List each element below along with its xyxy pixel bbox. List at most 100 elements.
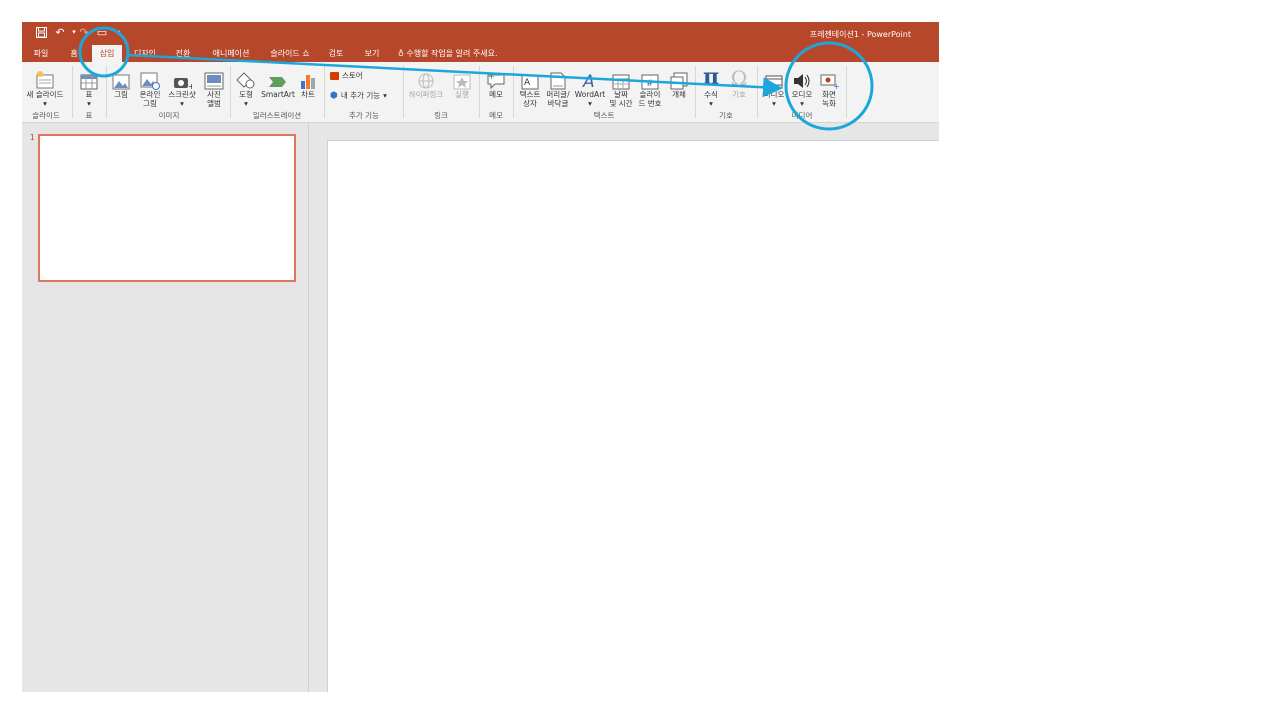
screen-recording-icon: + (820, 74, 839, 90)
group-separator (846, 66, 847, 118)
symbol-button: Ω 기호 (726, 64, 752, 99)
group-label-text: 텍스트 (593, 111, 615, 120)
online-picture-button[interactable]: 온라인 그림 (136, 64, 164, 108)
tab-home[interactable]: 홈 (66, 45, 82, 62)
tell-me-box[interactable]: ♁ 수행할 작업을 알려 주세요. (398, 45, 498, 62)
shapes-button[interactable]: 도형 ▾ (232, 64, 260, 108)
new-slide-icon (36, 71, 54, 89)
ribbon-insert: 새 슬라이드 ▾ 슬라이드 표 ▾ 표 그림 온라인 그림 + 스크린샷 ▾ 사진 앨… (22, 62, 939, 123)
chart-button[interactable]: 차트 (298, 64, 318, 99)
lightbulb-icon: ♁ (398, 49, 404, 58)
my-addins-button[interactable]: ⬢ 내 추가 기능 ▾ (330, 90, 387, 101)
speaker-icon (794, 74, 810, 88)
date-time-button[interactable]: 날짜 및 시간 (607, 64, 635, 108)
group-separator (403, 66, 404, 118)
group-label-media: 미디어 (791, 111, 813, 120)
calendar-icon (612, 74, 630, 90)
slide-number-label: 1 (30, 133, 35, 142)
object-icon (670, 72, 688, 90)
tab-view[interactable]: 보기 (359, 45, 385, 62)
slide-number-button[interactable]: # 슬라이 드 번호 (636, 64, 664, 108)
slide-thumbnail-pane: 1 (22, 123, 308, 692)
group-label-illustrations: 일러스트레이션 (252, 111, 302, 120)
wordart-icon: A (582, 72, 595, 90)
action-button: 실행 (450, 64, 474, 99)
slide-thumbnail[interactable] (38, 134, 296, 282)
group-separator (695, 66, 696, 118)
comment-button[interactable]: + 메모 (482, 64, 510, 99)
screen-recording-button[interactable]: + 화면 녹화 (816, 64, 842, 108)
wordart-button[interactable]: A WordArt ▾ (574, 64, 606, 108)
header-footer-button[interactable]: 머리글/ 바닥글 (544, 64, 572, 108)
group-label-comments: 메모 (489, 111, 503, 120)
svg-text:+: + (488, 72, 495, 81)
tell-me-text: 수행할 작업을 알려 주세요. (406, 49, 498, 58)
screenshot-button[interactable]: + 스크린샷 ▾ (166, 64, 198, 108)
picture-icon (112, 74, 130, 90)
new-slide-button[interactable]: 새 슬라이드 ▾ (25, 64, 65, 108)
dropdown-icon: ▾ (383, 91, 387, 100)
slide-number-icon: # (641, 74, 659, 90)
group-separator (324, 66, 325, 118)
start-slideshow-icon[interactable]: ▭ (95, 25, 109, 39)
shapes-icon (236, 72, 255, 89)
header-footer-icon (550, 72, 566, 90)
audio-button[interactable]: 오디오 ▾ (788, 64, 816, 108)
group-separator (513, 66, 514, 118)
picture-button[interactable]: 그림 (110, 64, 132, 99)
powerpoint-window: ↶ ▾ ↷ ▭ ▾ 프레젠테이션1 - PowerPoint 파일 홈 삽입 디… (22, 22, 939, 692)
tab-animations[interactable]: 애니메이션 (207, 45, 255, 62)
tab-slideshow[interactable]: 슬라이드 쇼 (265, 45, 315, 62)
group-label-tables: 표 (85, 111, 93, 120)
group-separator (230, 66, 231, 118)
tab-design[interactable]: 디자인 (130, 45, 160, 62)
redo-icon: ↷ (79, 25, 89, 39)
tab-insert[interactable]: 삽입 (92, 45, 122, 62)
comment-icon: + (487, 72, 505, 90)
online-picture-icon (140, 72, 160, 90)
undo-icon[interactable]: ↶ (53, 25, 67, 39)
save-icon[interactable] (34, 25, 48, 39)
video-button[interactable]: 비디오 ▾ (760, 64, 788, 108)
table-button[interactable]: 표 ▾ (77, 64, 101, 108)
svg-text:A: A (582, 72, 595, 90)
smartart-button[interactable]: SmartArt (260, 64, 296, 99)
object-button[interactable]: 개체 (666, 64, 692, 99)
action-icon (453, 74, 471, 90)
equation-button[interactable]: π 수식 ▾ (698, 64, 724, 108)
tab-file[interactable]: 파일 (27, 45, 55, 62)
addins-icon: ⬢ (330, 90, 338, 101)
svg-text:+: + (188, 82, 192, 90)
title-bar: ↶ ▾ ↷ ▭ ▾ 프레젠테이션1 - PowerPoint 파일 홈 삽입 디… (22, 22, 939, 62)
slide-canvas[interactable] (327, 140, 939, 692)
group-label-images: 이미지 (158, 111, 180, 120)
pi-icon: π (702, 64, 720, 90)
group-label-addins: 추가 기능 (349, 111, 379, 120)
photo-album-button[interactable]: 사진 앨범 (200, 64, 228, 108)
svg-text:+: + (833, 82, 839, 90)
group-separator (479, 66, 480, 118)
hyperlink-icon (418, 73, 434, 89)
tab-transitions[interactable]: 전환 (170, 45, 196, 62)
svg-text:#: # (646, 79, 654, 89)
store-icon (330, 71, 339, 80)
slide-editing-area (309, 123, 939, 692)
textbox-button[interactable]: A 텍스트 상자 (516, 64, 544, 108)
group-separator (72, 66, 73, 118)
photo-album-icon (204, 72, 224, 90)
textbox-icon: A (521, 74, 539, 90)
group-label-slides: 슬라이드 (32, 111, 60, 120)
hyperlink-button: 하이퍼링크 (406, 64, 446, 99)
customize-qat-icon[interactable]: ▾ (111, 25, 125, 39)
tab-review[interactable]: 검토 (325, 45, 347, 62)
group-label-links: 링크 (434, 111, 448, 120)
group-separator (757, 66, 758, 118)
store-button[interactable]: 스토어 (330, 70, 363, 81)
smartart-icon (269, 77, 286, 87)
camera-icon: + (174, 78, 192, 90)
chart-icon (301, 75, 315, 89)
svg-text:A: A (524, 78, 531, 88)
video-icon (765, 75, 783, 89)
group-label-symbols: 기호 (719, 111, 733, 120)
document-title: 프레젠테이션1 - PowerPoint (809, 30, 911, 39)
